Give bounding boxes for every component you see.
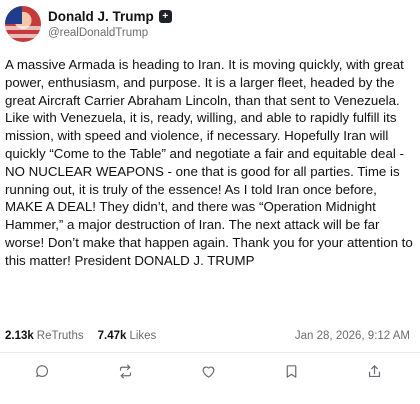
author-handle[interactable]: @realDonaldTrump [48, 26, 172, 41]
retruths-count[interactable]: 2.13k [5, 330, 34, 342]
post-card: Donald J. Trump + @realDonaldTrump A mas… [0, 0, 420, 404]
bookmark-button[interactable] [276, 356, 306, 386]
retruth-button[interactable] [110, 356, 140, 386]
share-button[interactable] [359, 356, 389, 386]
author-info: Donald J. Trump + @realDonaldTrump [48, 7, 172, 41]
post-body: A massive Armada is heading to Iran. It … [5, 57, 413, 268]
post-timestamp[interactable]: Jan 28, 2026, 9:12 AM [295, 330, 410, 342]
avatar[interactable] [5, 6, 41, 42]
retruths-label[interactable]: ReTruths [37, 330, 84, 342]
share-icon [368, 364, 380, 377]
like-button[interactable] [193, 356, 223, 386]
likes-count[interactable]: 7.47k [98, 330, 127, 342]
heart-icon [202, 366, 214, 378]
author-display-name[interactable]: Donald J. Trump [48, 9, 154, 24]
action-bar [0, 356, 420, 386]
retruth-icon [119, 364, 131, 378]
bookmark-icon [286, 364, 296, 378]
comment-icon [35, 364, 48, 377]
divider [0, 352, 420, 353]
post-stats: 2.13k ReTruths 7.47k Likes Jan 28, 2026,… [5, 327, 410, 345]
reply-button[interactable] [27, 356, 57, 386]
likes-label[interactable]: Likes [129, 330, 156, 342]
post-header: Donald J. Trump + @realDonaldTrump [5, 5, 410, 43]
name-row: Donald J. Trump + [48, 7, 172, 26]
verified-icon: + [158, 10, 172, 23]
